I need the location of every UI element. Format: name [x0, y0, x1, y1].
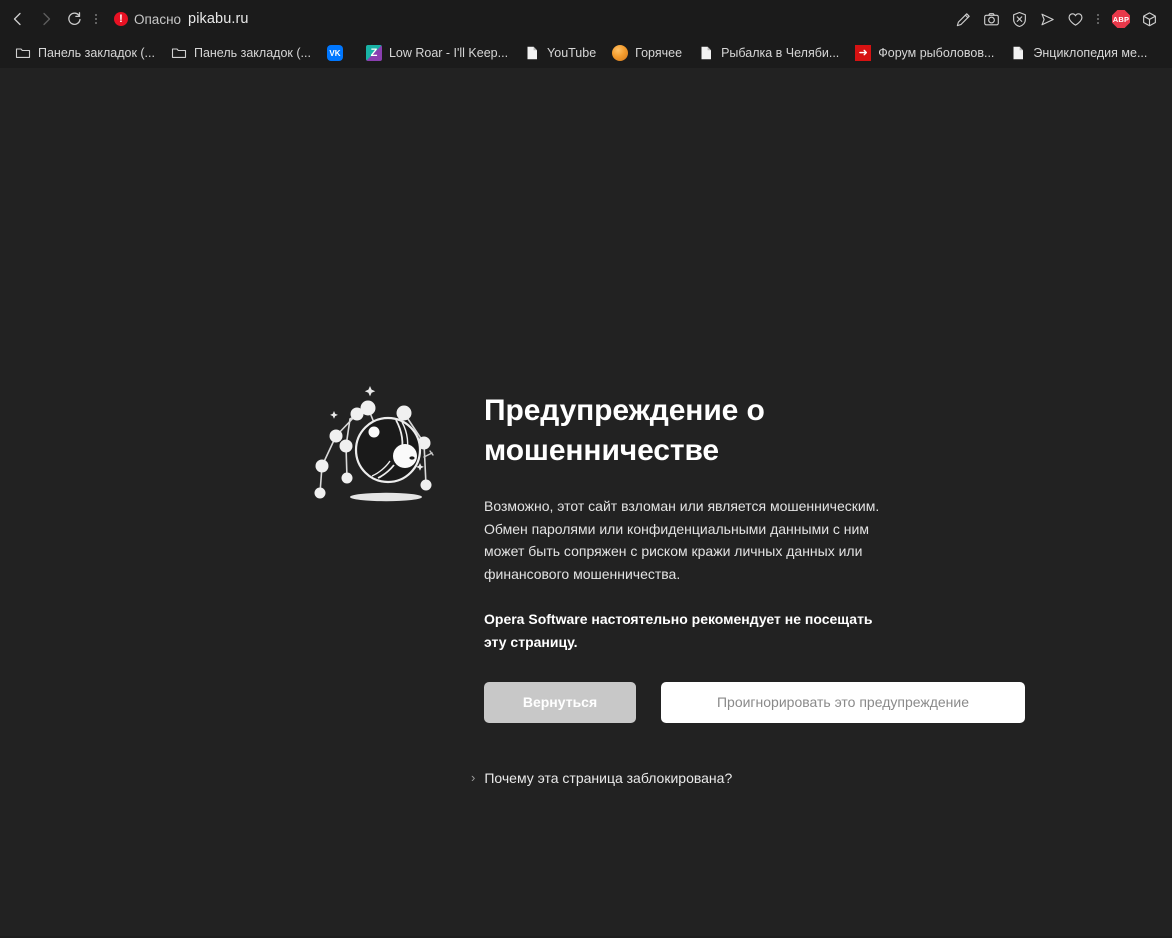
bookmark-item[interactable]: Горячее [605, 41, 689, 65]
bookmark-item[interactable]: Панель закладок (... [8, 41, 162, 65]
bookmark-item[interactable]: Рыбалка в Челяби... [691, 41, 846, 65]
page-icon [701, 46, 712, 60]
camera-icon [983, 12, 999, 25]
warning-advice: Opera Software настоятельно рекомендует … [484, 610, 873, 650]
browser-toolbar: ! Опасно pikabu.ru ABP [0, 0, 1172, 38]
bookmark-item[interactable]: ➜ Форум рыболовов... [848, 41, 1001, 65]
warning-buttons: Вернуться Проигнорировать это предупрежд… [484, 681, 1029, 723]
send-icon [1040, 13, 1054, 25]
bookmark-item[interactable]: Панель закладок (... [164, 41, 318, 65]
url-text[interactable]: pikabu.ru [188, 11, 249, 27]
warning-text-block: Предупреждение о мошенничестве Возможно,… [471, 373, 1029, 786]
reload-icon [67, 11, 81, 25]
cube-icon [1142, 11, 1156, 26]
folder-icon [15, 48, 31, 58]
toolbar-more-button[interactable] [1090, 5, 1106, 33]
shield-block-icon-button[interactable] [1006, 6, 1032, 32]
pin-edit-icon [956, 12, 970, 26]
adblock-plus-icon: ABP [1112, 10, 1130, 28]
page-menu-button[interactable] [88, 5, 104, 33]
bookmarks-bar: Панель закладок (... Панель закладок (..… [0, 38, 1172, 68]
bookmark-label: Low Roar - I'll Keep... [388, 46, 509, 60]
bookmark-item[interactable]: Z Low Roar - I'll Keep... [359, 41, 515, 65]
page-icon [527, 46, 538, 60]
forward-arrow-icon [43, 12, 51, 26]
bookmark-label: Панель закладок (... [38, 46, 155, 60]
dot [1097, 18, 1099, 20]
spider-illustration [314, 386, 434, 502]
why-blocked-label: Почему эта страница заблокирована? [484, 769, 733, 786]
security-status-badge[interactable]: ! Опасно [114, 12, 181, 27]
send-icon-button[interactable] [1034, 6, 1060, 32]
bookmark-label: Энциклопедия ме... [1033, 46, 1148, 60]
dot [95, 22, 97, 24]
bookmark-item-vk[interactable]: VK [320, 41, 357, 65]
dot [95, 14, 97, 16]
pin-edit-icon-button[interactable] [950, 6, 976, 32]
vk-icon: VK [326, 45, 343, 61]
danger-icon: ! [114, 12, 128, 26]
bookmark-item[interactable]: YouTube [517, 41, 603, 65]
folder-icon [171, 48, 187, 58]
bookmark-label: Рыбалка в Челяби... [721, 46, 840, 60]
warning-description: Возможно, этот сайт взломан или является… [484, 497, 880, 583]
page-icon [1013, 46, 1024, 60]
bookmark-label: Форум рыболовов... [878, 46, 995, 60]
zvooq-icon: Z [365, 45, 382, 61]
bookmark-label: YouTube [547, 46, 597, 60]
back-button[interactable] [4, 5, 32, 33]
adblock-plus-button[interactable]: ABP [1108, 6, 1134, 32]
heart-icon [1068, 12, 1082, 26]
heart-icon-button[interactable] [1062, 6, 1088, 32]
bookmark-item[interactable]: Энциклопедия ме... [1003, 41, 1154, 65]
page-content: Предупреждение о мошенничестве Возможно,… [0, 68, 1172, 936]
reload-button[interactable] [60, 5, 88, 33]
shield-block-icon [1012, 11, 1026, 27]
fraud-warning-block: Предупреждение о мошенничестве Возможно,… [300, 373, 1029, 786]
dot [1097, 14, 1099, 16]
ignore-warning-button[interactable]: Проигнорировать это предупреждение [661, 681, 1025, 723]
security-status-label: Опасно [134, 11, 182, 27]
bookmark-label: Горячее [635, 46, 683, 60]
dot [1097, 22, 1099, 24]
page-title: Предупреждение о мошенничестве [484, 394, 765, 467]
extensions-button[interactable] [1136, 6, 1162, 32]
back-arrow-icon [13, 12, 21, 26]
forward-button[interactable] [32, 5, 60, 33]
toolbar-actions: ABP [950, 5, 1162, 33]
address-bar[interactable]: ! Опасно pikabu.ru [104, 5, 950, 33]
dot [95, 18, 97, 20]
red-arrow-icon: ➜ [855, 45, 872, 61]
go-back-button[interactable]: Вернуться [484, 681, 636, 723]
browser-chrome: ! Опасно pikabu.ru ABP Панель закладок (… [0, 0, 1172, 68]
camera-icon-button[interactable] [978, 6, 1004, 32]
bookmark-label: Панель закладок (... [193, 46, 311, 60]
why-blocked-link[interactable]: › Почему эта страница заблокирована? [471, 770, 732, 786]
chevron-right-icon: › [471, 770, 476, 786]
pikabu-icon [612, 45, 629, 61]
